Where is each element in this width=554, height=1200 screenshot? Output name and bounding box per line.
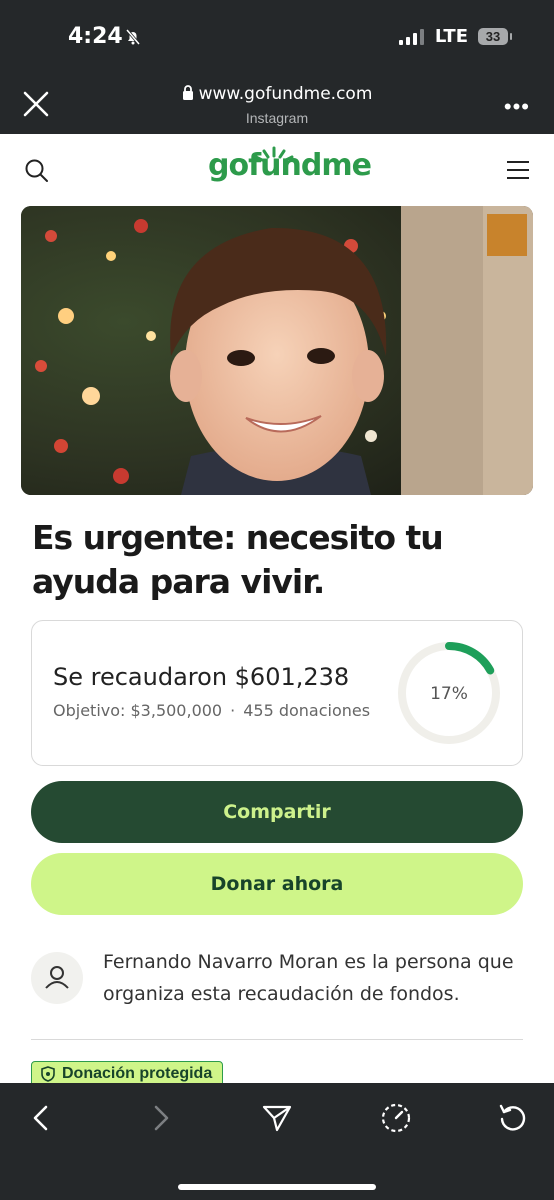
divider (31, 1039, 523, 1040)
menu-icon[interactable] (506, 160, 530, 180)
url-text: www.gofundme.com (198, 84, 373, 104)
battery-icon: 33 (478, 28, 512, 45)
avatar (31, 952, 83, 1004)
browser-bar: www.gofundme.com Instagram ••• (0, 70, 554, 134)
donate-button[interactable]: Donar ahora (31, 853, 523, 915)
forward-icon[interactable] (144, 1102, 176, 1134)
donation-count: 455 donaciones (243, 701, 371, 720)
progress-card: Se recaudaron $601,238 Objetivo: $3,500,… (31, 620, 523, 766)
progress-ring: 17% (398, 642, 500, 744)
user-icon (45, 966, 69, 989)
campaign-photo (21, 206, 533, 495)
browser-toolbar (0, 1083, 554, 1200)
organizer-info: Fernando Navarro Moran es la persona que… (103, 951, 514, 1005)
status-time: 4:24 (68, 24, 123, 49)
badge-label: Donación protegida (62, 1065, 213, 1082)
send-icon[interactable] (261, 1102, 293, 1134)
url-bar[interactable]: www.gofundme.com (0, 84, 554, 104)
search-icon[interactable] (24, 158, 50, 184)
meta-separator: · (230, 701, 236, 720)
campaign-meta: Objetivo: $3,500,000 · 455 donaciones (53, 701, 370, 720)
home-indicator (178, 1184, 376, 1190)
progress-label: 17% (430, 684, 468, 704)
campaign-photo-art (21, 206, 533, 495)
source-label: Instagram (245, 110, 309, 126)
share-button[interactable]: Compartir (31, 781, 523, 843)
more-options-icon[interactable]: ••• (504, 96, 530, 118)
lock-icon (182, 85, 193, 100)
bell-off-icon (125, 29, 141, 45)
logo[interactable]: gofundme (208, 148, 372, 183)
status-bar: 4:24 LTE 33 (0, 0, 554, 70)
speedometer-icon[interactable] (380, 1102, 412, 1134)
goal-amount: Objetivo: $3,500,000 (53, 701, 223, 720)
back-icon[interactable] (26, 1102, 58, 1134)
reload-icon[interactable] (497, 1102, 529, 1134)
signal-icon (398, 28, 424, 45)
amount-raised: Se recaudaron $601,238 (53, 663, 350, 691)
network-type: LTE (434, 26, 468, 47)
campaign-title: Es urgente: necesito tu ayuda para vivir… (32, 518, 444, 601)
shield-icon (41, 1066, 55, 1082)
